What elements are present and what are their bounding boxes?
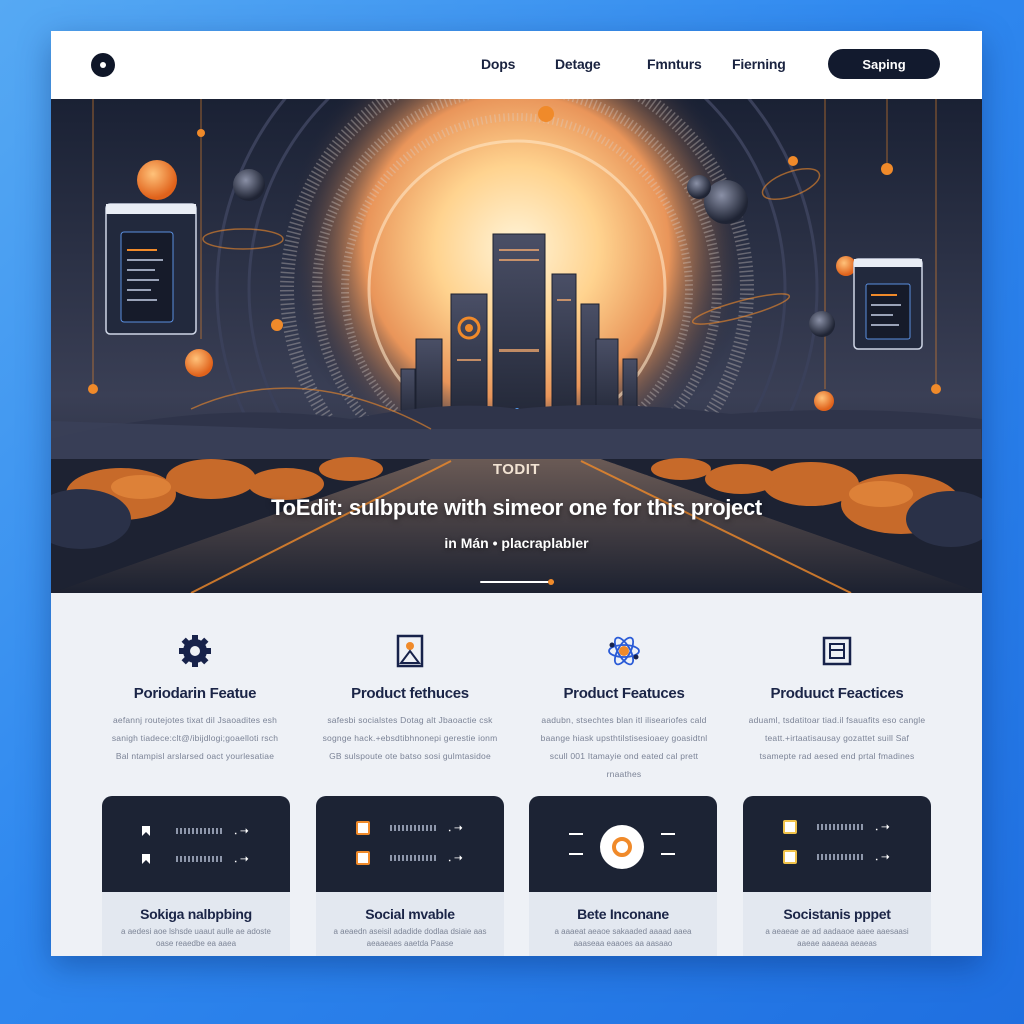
floating-panel-left [105,203,197,335]
gear-icon [177,633,213,669]
browser-page: Dops Detage Fmnturs Fierning Saping TODI… [51,31,982,956]
nav-link-detage[interactable]: Detage [555,56,601,72]
text-placeholder [817,854,865,860]
feature-title: Poriodarin Featue [133,685,257,702]
feature-card[interactable]: ․ ➝ ․ ➝ Social mvable a aeaedn aseisil a… [316,796,504,956]
card-preview [529,796,717,892]
slider-handle[interactable] [548,579,554,585]
nav-link-dops[interactable]: Dops [481,56,515,72]
feature-card[interactable]: ․ ➝ ․ ➝ Sokiga nalbpbing a aedesi aoe ls… [102,796,290,956]
checkbox-icon [356,851,370,865]
more-icon: ․ ➝ [448,822,463,834]
feature-description: aefannj routejotes tixat dil Jsaoadites … [111,715,279,761]
dash-mark [661,833,675,835]
feature-description: aadubn, stsechtes blan itl iliseariofes … [540,715,708,779]
more-icon: ․ ➝ [875,821,890,833]
checkbox-icon [783,820,797,834]
feature-description: safesbi socialstes Dotag alt Jbaoactie c… [322,715,498,761]
hero-eyebrow: TODIT [492,461,541,478]
more-icon: ․ ➝ [234,853,249,865]
hero-title: ToEdit: sulbpute with simeor one for thi… [271,495,762,520]
floating-panel-right [853,258,923,350]
checkbox-icon [783,850,797,864]
card-preview: ․ ➝ ․ ➝ [316,796,504,892]
feature-title: Produuct Feactices [770,685,904,702]
hero-banner: TODIT ToEdit: sulbpute with simeor one f… [51,99,982,593]
card-title: Socistanis pppet [783,906,891,922]
dash-mark [569,833,583,835]
card-title: Social mvable [365,906,455,922]
hero-slider[interactable] [480,579,554,585]
text-placeholder [817,824,865,830]
card-title: Sokiga nalbpbing [140,906,252,922]
dash-mark [661,853,675,855]
feature-description: aduaml, tsdatitoar tiad.il fsauafits eso… [748,715,926,761]
logo-icon[interactable] [91,53,115,77]
bookmark-icon [142,826,150,836]
checkbox-icon [356,821,370,835]
feature-card[interactable]: Bete Inconane a aaaeat aeaoe sakaaded aa… [529,796,717,956]
card-description: a aaaeat aeaoe sakaaded aaaad aaea aaase… [554,927,692,948]
card-description: a aeaedn aseisil adadide dodlaa dsiaie a… [333,927,487,948]
text-placeholder [176,856,224,862]
text-placeholder [176,828,224,834]
text-placeholder [390,855,438,861]
card-preview: ․ ➝ ․ ➝ [102,796,290,892]
more-icon: ․ ➝ [448,852,463,864]
feature-title: Product fethuces [351,685,469,702]
hero-subtitle: in Mán • placraplabler [444,535,589,551]
nav-link-fierning[interactable]: Fierning [732,56,786,72]
card-preview: ․ ➝ ․ ➝ [743,796,931,892]
nav-cta-button[interactable]: Saping [828,49,940,79]
bookmark-icon [142,854,150,864]
atom-network-icon [606,633,642,669]
feature-title: Product Featuces [563,685,685,702]
record-icon[interactable] [600,825,644,869]
more-icon: ․ ➝ [234,825,249,837]
more-icon: ․ ➝ [875,851,890,863]
text-placeholder [390,825,438,831]
nav-link-fmnturs[interactable]: Fmnturs [647,56,702,72]
top-navbar: Dops Detage Fmnturs Fierning Saping [51,31,982,99]
panel-square-icon [819,633,855,669]
card-description: a aeaeae ae ad aadaaoe aaee aaesaasi aae… [765,927,909,948]
card-description: a aedesi aoe lshsde uaaut aulle ae adost… [121,927,271,948]
slider-track[interactable] [480,581,554,583]
image-frame-icon [392,633,428,669]
feature-card[interactable]: ․ ➝ ․ ➝ Socistanis pppet a aeaeae ae ad … [743,796,931,956]
dash-mark [569,853,583,855]
card-title: Bete Inconane [577,906,669,922]
